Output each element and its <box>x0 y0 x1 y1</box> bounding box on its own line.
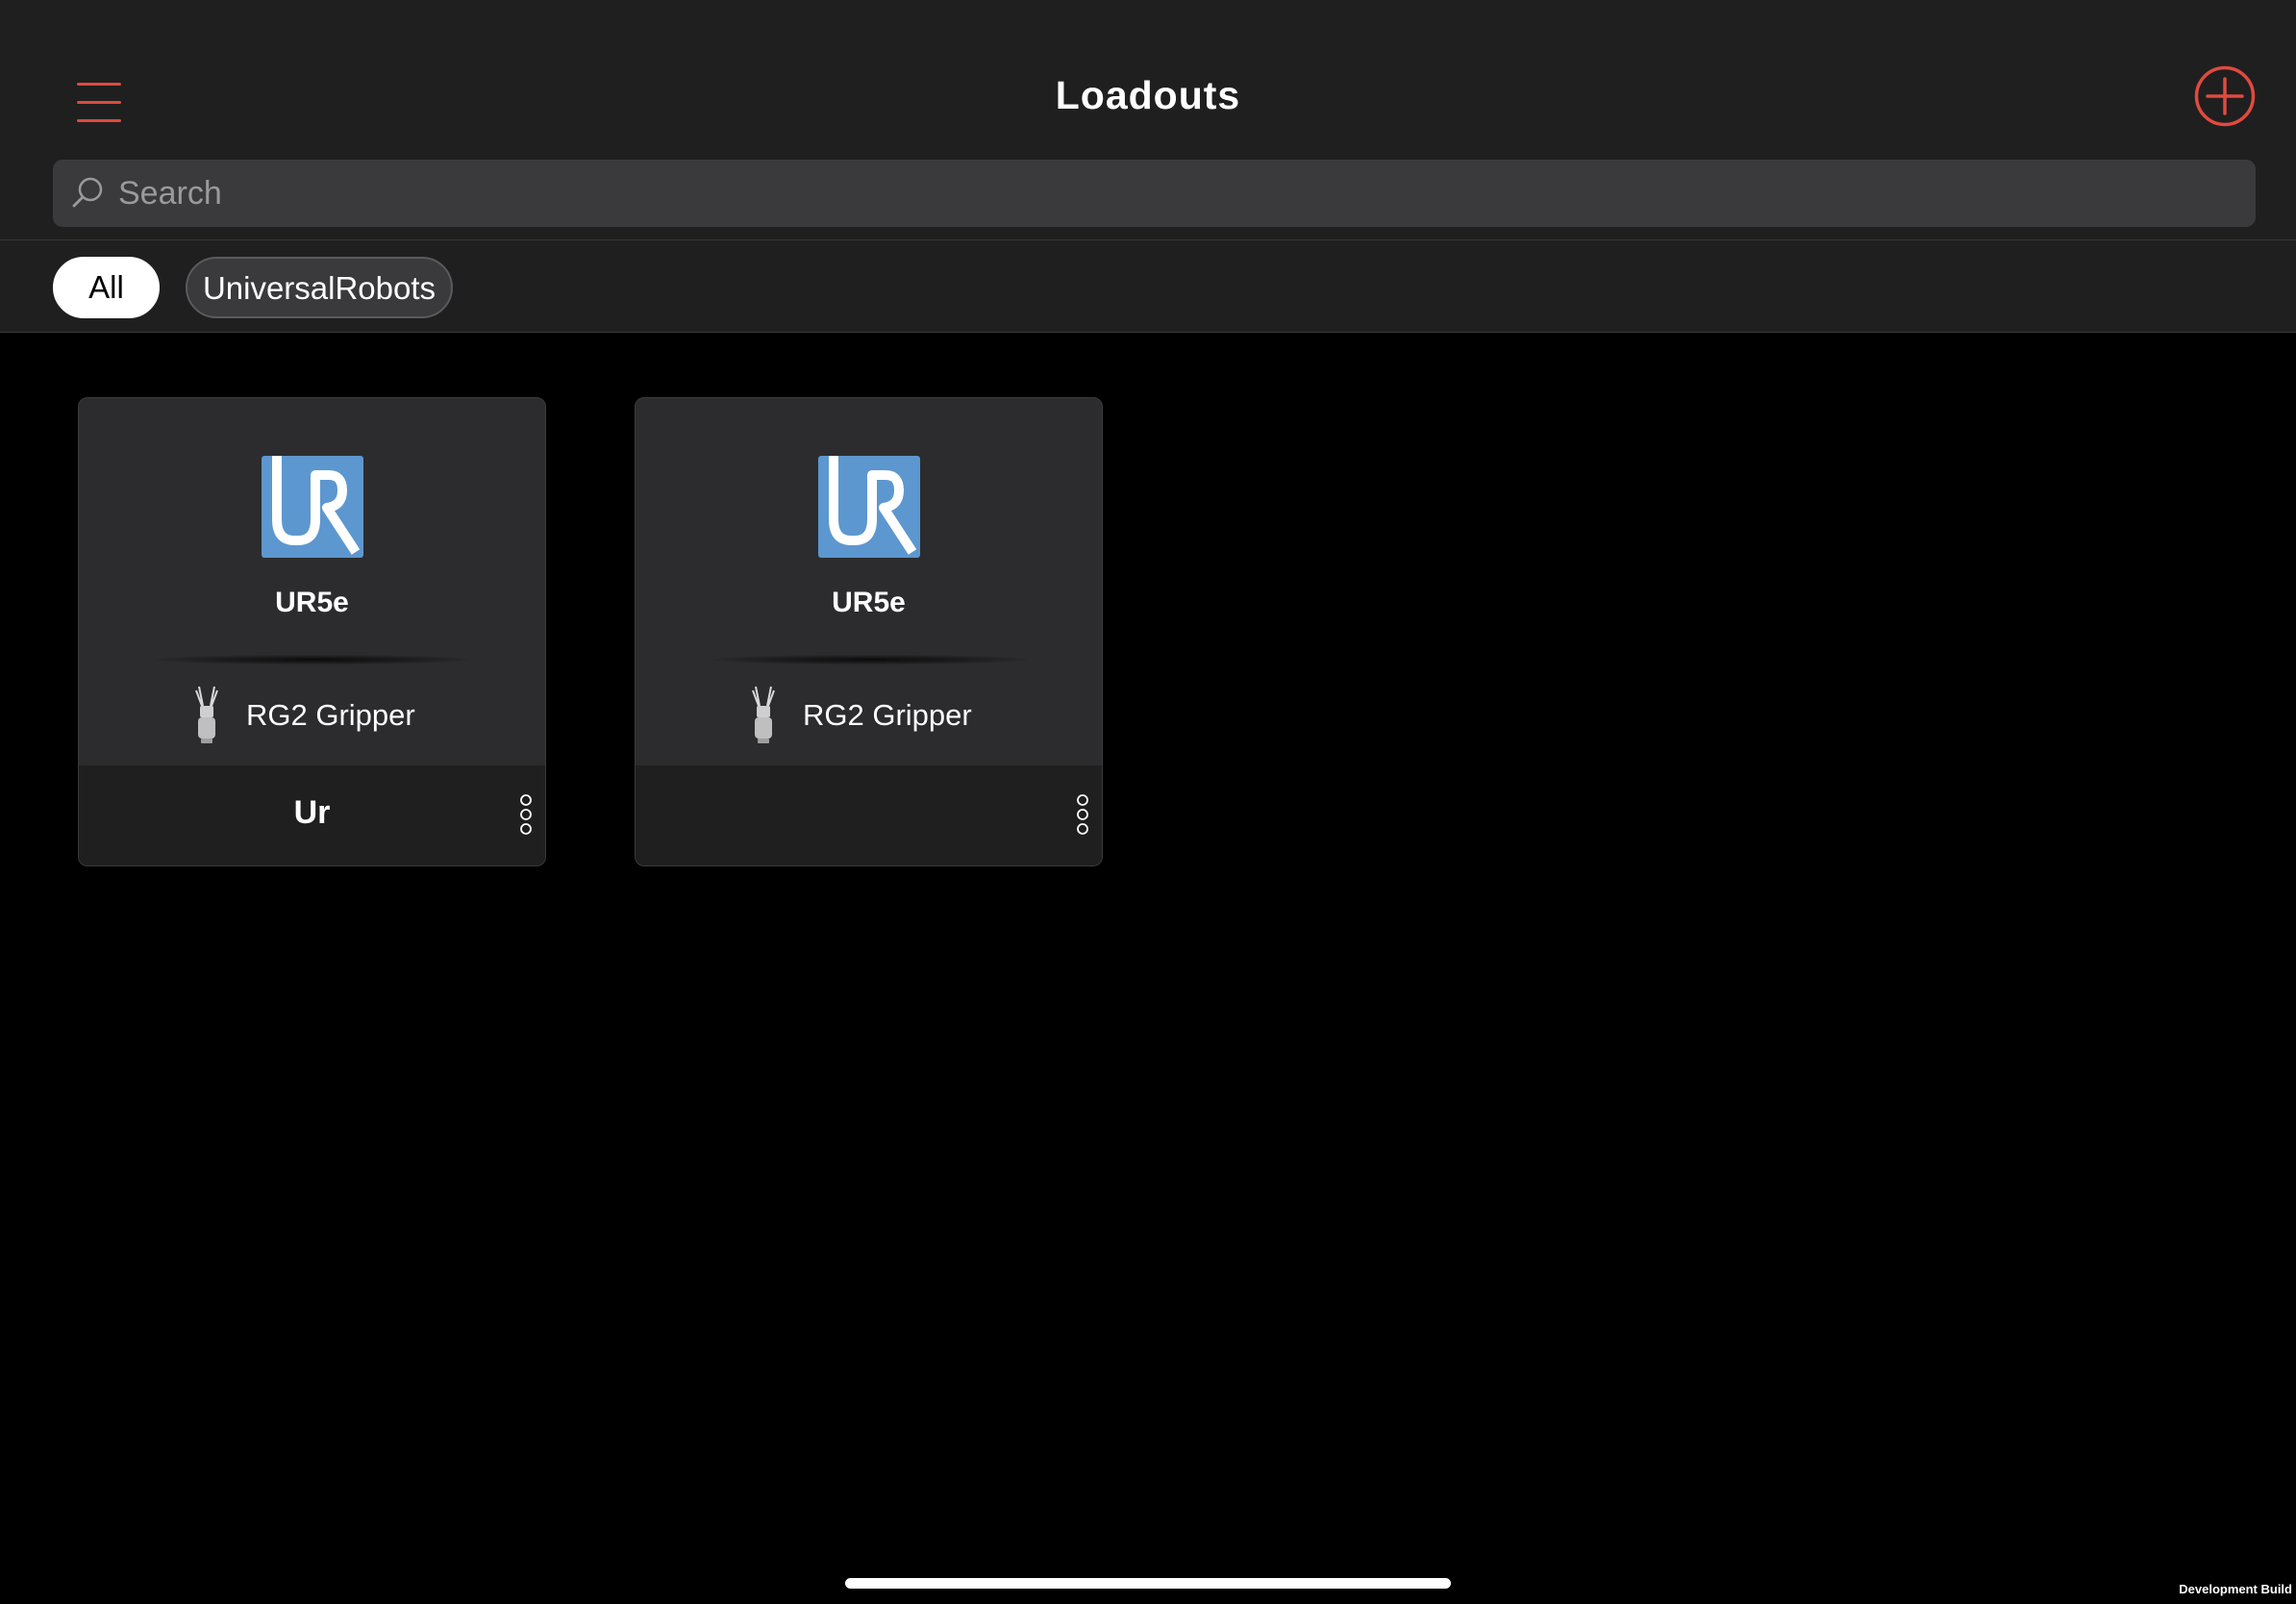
search-bar[interactable] <box>53 160 2256 227</box>
filter-bar: All UniversalRobots <box>0 240 2296 333</box>
card-footer <box>636 765 1102 865</box>
more-vertical-icon[interactable] <box>1073 792 1092 840</box>
search-icon <box>72 177 103 208</box>
gripper-name: RG2 Gripper <box>803 698 972 732</box>
universal-robots-logo-icon <box>262 456 363 558</box>
robot-name: UR5e <box>832 587 906 618</box>
robot-name: UR5e <box>275 587 349 618</box>
gripper-name: RG2 Gripper <box>246 698 415 732</box>
loadouts-screen: Loadouts All UniversalRobots UR5e <box>0 0 2296 1604</box>
plus-circle-icon[interactable] <box>2194 65 2256 127</box>
card-divider <box>156 655 470 664</box>
more-vertical-icon[interactable] <box>516 792 536 840</box>
development-build-label: Development Build <box>2179 1582 2292 1596</box>
rg2-gripper-icon <box>195 686 218 743</box>
loadout-name: Ur <box>293 794 331 831</box>
filter-chip-all[interactable]: All <box>53 257 160 318</box>
gripper-row: RG2 Gripper <box>636 685 1102 748</box>
loadout-card[interactable]: UR5e RG2 Gripper Ur <box>78 397 546 866</box>
card-divider <box>712 655 1027 664</box>
loadout-card[interactable]: UR5e RG2 Gripper <box>635 397 1103 866</box>
universal-robots-logo-icon <box>818 456 920 558</box>
filter-chip-universalrobots[interactable]: UniversalRobots <box>186 257 453 318</box>
search-input[interactable] <box>118 160 2234 227</box>
home-indicator[interactable] <box>845 1578 1451 1589</box>
rg2-gripper-icon <box>752 686 775 743</box>
header: Loadouts <box>0 0 2296 240</box>
page-title: Loadouts <box>1055 73 1241 117</box>
card-footer: Ur <box>79 765 545 865</box>
gripper-row: RG2 Gripper <box>79 685 545 748</box>
